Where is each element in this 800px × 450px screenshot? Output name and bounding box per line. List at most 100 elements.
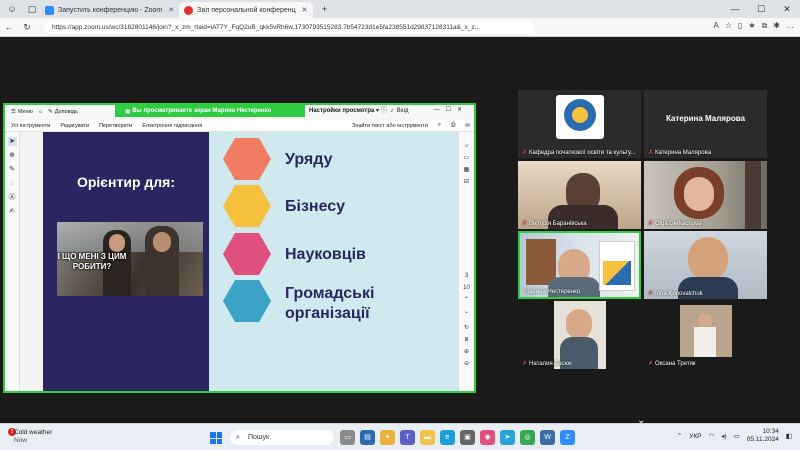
stamp-icon[interactable]: ✍ [8,207,17,216]
meme-face-right [153,232,171,252]
extensions-icon[interactable]: ✱ [773,21,780,31]
back-icon[interactable]: ← [0,22,18,32]
tool-esign[interactable]: Електронне підписання [142,123,202,129]
notifications-icon[interactable]: ◧ [786,432,792,440]
close-tab-icon[interactable]: ✕ [168,6,174,14]
current-page[interactable]: 3 [459,270,474,282]
maximize-button[interactable]: ☐ [748,0,774,18]
tool-convert[interactable]: Перетворити [99,123,132,129]
participant-tile[interactable]: ✗ Inna Konovalchuk [644,231,767,299]
volume-icon[interactable]: ◂) [721,432,726,440]
slide-item-label: Бізнесу [285,198,346,215]
clock[interactable]: 10:34 05.11.2024 [747,428,779,444]
more-icon[interactable]: … [786,21,794,31]
collections-icon[interactable]: ⧉ [762,21,768,31]
favorites-icon[interactable]: ★ [748,21,755,31]
favorite-star-icon[interactable]: ☆ [725,21,732,31]
participant-name-text: Наталия Басюк [529,360,572,367]
address-bar[interactable]: https://app.zoom.us/wc/3182801146/join?_… [44,20,534,34]
rotate-icon[interactable]: ↻ [459,322,474,334]
sign-in-button[interactable]: ⓘ ♪ Вхід [381,105,408,117]
taskbar-search[interactable]: ⌕ Пошук [230,430,334,445]
battery-icon[interactable]: ▭ [734,432,740,440]
tool-all-tools[interactable]: Усі інструменти [11,123,50,129]
task-view-icon[interactable]: ▭ [340,430,355,445]
mic-muted-icon: ✗ [648,150,654,156]
chrome-icon[interactable]: ◎ [520,430,535,445]
print-icon[interactable]: ⎙ [451,122,455,129]
participant-name-text: Olga Derkachova [655,220,702,227]
participant-tile[interactable]: ✗ Наталия Басюк [518,301,641,369]
view-options-button[interactable]: Настройки просмотра ▾ [305,105,384,117]
lasso-icon[interactable]: ◌ [8,179,17,188]
store-icon[interactable]: ▣ [460,430,475,445]
wifi-icon[interactable]: ◠ [709,432,715,440]
weather-widget[interactable]: Cold weather Now [14,429,52,445]
participant-tile[interactable]: Катерина Малярова ✗ Катерина Малярова [644,90,767,158]
chevron-down-icon: ▾ [376,108,380,114]
close-window-button[interactable]: ✕ [774,0,800,18]
search-icon[interactable]: ⌕ [438,122,441,129]
page-down-icon[interactable]: ⌄ [459,306,474,318]
page-thumbs-icon[interactable]: ▦ [459,164,474,176]
chevron-up-icon[interactable]: ⌃ [677,432,682,440]
language-indicator[interactable]: УКР [689,433,701,440]
cursor-icon[interactable]: ➤ [7,137,17,146]
document-tab[interactable]: Доповідь [55,109,78,115]
mic-muted-icon: ✗ [522,221,528,227]
fit-page-icon[interactable]: ⧈ [459,334,474,346]
slide-item-label: Науковців [285,246,366,263]
zoom-out-icon[interactable]: ⊖ [459,358,474,370]
telegram-icon[interactable]: ➤ [500,430,515,445]
participant-name: ✗ Наталия Басюк [522,360,572,368]
participant-name: Марина Нестеренко [524,289,580,295]
browser-toolbar-icons: A ☆ ▯ ★ ⧉ ✱ … [713,21,794,31]
tab-actions-icon[interactable]: ▢ [24,1,40,17]
slide-right-panel: Уряду Бізнесу Науковців Громадські орган… [209,132,465,391]
pen-icon[interactable]: ✎ [8,165,17,174]
zoom-icon[interactable]: ⊕ [8,151,17,160]
edge-icon[interactable]: e [440,430,455,445]
page-up-icon[interactable]: ⌃ [459,294,474,306]
widgets-icon[interactable]: ▤ [360,430,375,445]
bell-icon[interactable]: ♪ [390,108,395,114]
teams-icon[interactable]: T [400,430,415,445]
help-icon[interactable]: ⓘ [381,108,389,114]
profile-icon[interactable]: ☺ [4,1,20,17]
reload-icon[interactable]: ↻ [18,22,36,33]
comment-icon[interactable]: ⌂ [459,140,474,152]
taskbar-search-label: Пошук [248,434,270,441]
tool-edit[interactable]: Редагувати [60,123,89,129]
menu-icon[interactable]: ☰ [11,109,16,115]
tab-zoom-meeting[interactable]: Зал персональной конференц ✕ [179,2,313,18]
copilot-icon[interactable]: ✦ [380,430,395,445]
read-aloud-icon[interactable]: A [713,21,718,31]
split-screen-icon[interactable]: ▯ [738,21,742,31]
windows-start-icon[interactable] [210,432,222,444]
home-icon[interactable]: ⌂ [39,109,42,115]
participant-tile[interactable]: ✗ Оксана Третяк [644,301,767,369]
screen-share-view[interactable]: ☰ Меню ⌂ ✎ Доповідь ▣ Вы просматриваете … [3,103,476,393]
email-icon[interactable]: ✉ [465,123,470,129]
menu-button[interactable]: Меню [18,109,33,115]
participant-tile[interactable]: ✗ Вікторія Баранівська [518,161,641,229]
close-tab-icon[interactable]: ✕ [302,6,308,14]
participant-tile[interactable]: ✗ Olga Derkachova [644,161,767,229]
new-tab-button[interactable]: + [317,1,333,17]
sharing-banner-text: Вы просматриваете экран Марина Нестеренк… [132,108,272,114]
mic-muted-icon: ✗ [522,150,528,156]
photos-icon[interactable]: ◉ [480,430,495,445]
text-select-icon[interactable]: Ⓐ [8,193,17,202]
file-explorer-icon[interactable]: ▬ [420,430,435,445]
zoom-app-icon[interactable]: Z [560,430,575,445]
word-icon[interactable]: W [540,430,555,445]
tab-zoom-launch[interactable]: Запустить конференцию - Zoom ✕ [40,2,179,18]
tab-label: Зал персональной конференц [197,6,296,14]
minimize-button[interactable]: — [722,0,748,18]
attachment-icon[interactable]: ⊟ [459,176,474,188]
zoom-in-icon[interactable]: ⊕ [459,346,474,358]
viewer-search-input[interactable]: Знайти текст або інструменти [352,123,428,129]
participant-tile[interactable]: ✗ Кафедра початкової освіти та культу... [518,90,641,158]
participant-tile-active-speaker[interactable]: Марина Нестеренко [518,231,641,299]
bookmark-icon[interactable]: ▭ [459,152,474,164]
